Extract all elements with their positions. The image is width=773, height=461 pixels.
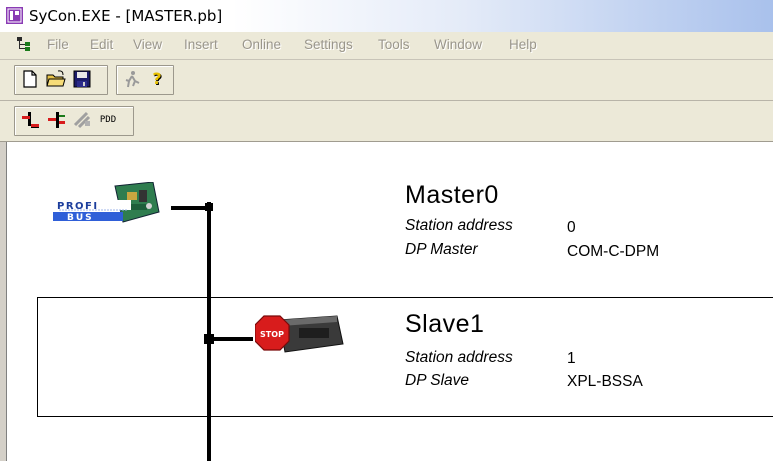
master-bus-node xyxy=(205,203,213,211)
open-folder-icon[interactable] xyxy=(45,68,67,90)
menu-view[interactable]: View xyxy=(133,37,162,52)
profibus-master-icon[interactable]: PROFI BUS xyxy=(53,181,163,238)
svg-text:BUS: BUS xyxy=(67,213,94,223)
slave-station-address: 1 xyxy=(567,350,576,367)
svg-text:?: ? xyxy=(152,69,161,88)
application-window: SyCon.EXE - [MASTER.pb] File Edit View I… xyxy=(0,0,773,461)
help-icon[interactable]: ?? xyxy=(147,68,169,90)
document-tree-icon[interactable] xyxy=(16,36,32,52)
slave-connection-line xyxy=(211,337,253,341)
master-type-label: DP Master xyxy=(405,241,478,258)
slave-type-value: XPL-BSSA xyxy=(567,373,643,390)
insert-master-icon[interactable] xyxy=(19,109,41,131)
master-station-address-label: Station address xyxy=(405,217,513,234)
slave-station-address-label: Station address xyxy=(405,349,513,366)
file-toolbar-group xyxy=(14,65,108,95)
menu-online[interactable]: Online xyxy=(242,37,281,52)
standard-toolbar: ?? xyxy=(0,60,773,101)
save-icon[interactable] xyxy=(71,68,93,90)
tools-toolbar-group: ?? xyxy=(116,65,174,95)
menu-file[interactable]: File xyxy=(47,37,69,52)
new-document-icon[interactable] xyxy=(19,68,41,90)
slave-name: Slave1 xyxy=(405,310,485,338)
stop-slave-icon[interactable]: STOP xyxy=(254,314,345,362)
device-toolbar-group: PDD xyxy=(14,106,134,136)
master-name: Master0 xyxy=(405,181,499,209)
menu-insert[interactable]: Insert xyxy=(184,37,218,52)
stop-label: STOP xyxy=(260,330,284,339)
menu-tools[interactable]: Tools xyxy=(378,37,410,52)
window-title: SyCon.EXE - [MASTER.pb] xyxy=(29,7,223,25)
master-type-value: COM-C-DPM xyxy=(567,243,660,260)
pdd-icon[interactable]: PDD xyxy=(97,109,119,131)
title-bar[interactable]: SyCon.EXE - [MASTER.pb] xyxy=(0,0,773,32)
network-canvas[interactable]: PROFI BUS Master0 Station address 0 DP M… xyxy=(6,142,773,461)
slave-type-label: DP Slave xyxy=(405,372,470,389)
app-icon[interactable] xyxy=(6,7,23,24)
menu-bar: File Edit View Insert Online Settings To… xyxy=(0,32,773,60)
master-station-address: 0 xyxy=(567,219,576,236)
insert-slave-icon[interactable] xyxy=(45,109,67,131)
menu-window[interactable]: Window xyxy=(434,37,482,52)
menu-settings[interactable]: Settings xyxy=(304,37,353,52)
disabled-tool-icon[interactable] xyxy=(71,109,93,131)
run-icon[interactable] xyxy=(121,68,143,90)
device-toolbar: PDD xyxy=(0,101,773,142)
menu-help[interactable]: Help xyxy=(509,37,537,52)
menu-edit[interactable]: Edit xyxy=(90,37,113,52)
